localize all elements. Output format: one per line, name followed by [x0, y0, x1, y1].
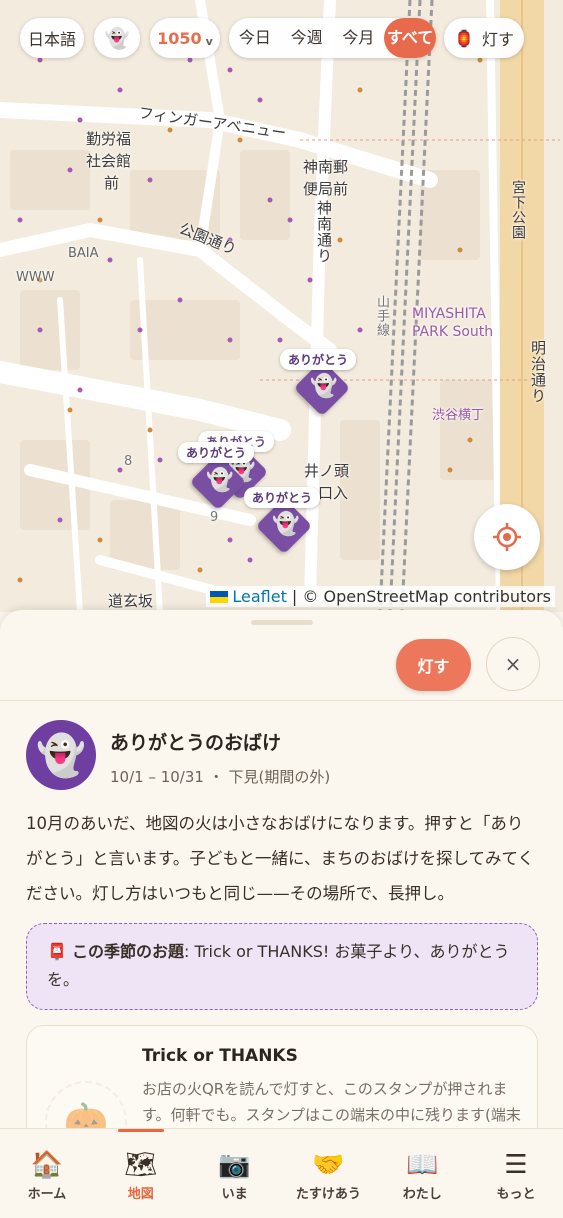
map-label-shakaikan: 社会館	[86, 152, 132, 170]
map-label-meiji-dori: 明治通り	[529, 340, 547, 404]
period-month[interactable]: 今月	[333, 18, 385, 58]
score-button[interactable]: 1050 v	[150, 18, 220, 58]
postbox-icon: 📮	[47, 942, 67, 961]
nav-map[interactable]: 🗺 地図	[94, 1129, 188, 1218]
ghost-mode-button[interactable]: 👻	[94, 18, 140, 58]
event-dates: 10/1 – 10/31 ・ 下見(期間の外)	[110, 768, 331, 786]
map-label-block-9: 9	[210, 510, 219, 525]
score-value: 1050	[157, 28, 202, 48]
stamp-title: Trick or THANKS	[142, 1046, 298, 1066]
bottom-nav: 🏠 ホーム 🗺 地図 📷 いま 🤝 たすけあう 📖 わたし ☰ もっと	[0, 1128, 563, 1218]
map-label-park-south: PARK South	[412, 324, 494, 340]
map-label-jinnan-post: 神南郵	[303, 158, 349, 176]
map-attribution: Leaflet | © OpenStreetMap contributors	[206, 586, 555, 607]
light-toggle-button[interactable]: 🏮 灯す	[444, 18, 524, 58]
pin-label: ありがとう	[244, 487, 321, 508]
nav-now-label: いま	[221, 1187, 248, 1202]
map[interactable]: フィンガーアベニュー 勤労福 社会館 前 神南郵 便局前 神南通り 公園通り B…	[0, 0, 563, 612]
language-button[interactable]: 日本語	[20, 18, 84, 58]
pumpkin-stamp-icon: 🎃	[45, 1081, 127, 1130]
leaflet-link[interactable]: Leaflet	[232, 587, 286, 606]
map-label-miyashita: MIYASHITA	[412, 306, 486, 322]
map-label-inokashira: 井ノ頭	[304, 462, 350, 480]
map-label-kinro: 勤労福	[86, 130, 132, 148]
nav-me-label: わたし	[402, 1187, 442, 1202]
book-icon: 📖	[406, 1150, 439, 1180]
map-label-www: WWW	[16, 270, 55, 285]
pin-label: ありがとう	[280, 349, 357, 370]
stamp-card[interactable]: 🎃 Trick or THANKS お店の火QRを読んで灯すと、このスタンプが押…	[26, 1025, 538, 1130]
attribution-separator: | ©	[286, 587, 324, 606]
map-label-binkyoku: 便局前	[303, 180, 349, 198]
period-selector: 今日 今週 今月 すべて	[229, 18, 436, 58]
home-icon: 🏠	[30, 1150, 64, 1180]
period-week[interactable]: 今週	[281, 18, 333, 58]
sheet-divider	[0, 700, 563, 701]
locate-button[interactable]	[474, 504, 540, 570]
nav-me[interactable]: 📖 わたし	[375, 1129, 469, 1218]
ukraine-flag-icon	[210, 591, 229, 603]
nav-now[interactable]: 📷 いま	[188, 1129, 282, 1218]
nav-home[interactable]: 🏠 ホーム	[0, 1129, 94, 1218]
map-label-miyashita-koen: 宮下公園	[510, 180, 526, 240]
lantern-icon: 🏮	[454, 28, 474, 48]
pin-label: ありがとう	[178, 442, 255, 463]
nav-help-label: たすけあう	[295, 1187, 361, 1202]
map-label-jinnan-dori: 神南通り	[315, 200, 333, 264]
ghost-icon: 👻	[272, 512, 300, 537]
handshake-icon: 🤝	[312, 1150, 345, 1180]
map-label-baia: BAIA	[68, 246, 99, 261]
ghost-icon: 👻	[310, 374, 338, 399]
light-button[interactable]: 灯す	[396, 639, 471, 691]
ghost-icon: 👻	[36, 732, 86, 779]
crosshair-icon	[493, 523, 521, 551]
language-label: 日本語	[27, 30, 76, 49]
season-theme-box: 📮 この季節のお題: Trick or THANKS! お菓子より、ありがとうを…	[26, 923, 538, 1010]
period-all[interactable]: すべて	[384, 18, 436, 58]
ghost-icon: 👻	[104, 26, 130, 50]
event-title: ありがとうのおばけ	[110, 732, 282, 754]
info-sheet: 灯す × 👻 ありがとうのおばけ 10/1 – 10/31 ・ 下見(期間の外)…	[0, 610, 563, 1130]
nav-more[interactable]: ☰ もっと	[469, 1129, 563, 1218]
map-label-iriguchi: 口入	[318, 484, 349, 502]
osm-link[interactable]: OpenStreetMap contributors	[324, 587, 552, 606]
close-button[interactable]: ×	[486, 637, 540, 691]
event-description: 10月のあいだ、地図の火は小さなおばけになります。押すと「ありがとう」と言います…	[26, 814, 535, 903]
nav-help[interactable]: 🤝 たすけあう	[281, 1129, 375, 1218]
ghost-pin[interactable]: 👻	[189, 453, 247, 511]
map-label-shibuya-yokocho: 渋谷横丁	[432, 408, 485, 423]
menu-icon: ☰	[504, 1150, 528, 1180]
sheet-handle[interactable]	[251, 620, 313, 625]
camera-icon: 📷	[218, 1150, 251, 1180]
chevron-down-icon: v	[205, 34, 213, 48]
ghost-avatar: 👻	[26, 720, 96, 790]
stamp-description: お店の火QRを読んで灯すと、このスタンプが押されます。何軒でも。スタンプはこの端…	[142, 1080, 521, 1124]
map-label-dogenzaka: 道玄坂	[108, 592, 154, 610]
nav-map-label: 地図	[127, 1187, 154, 1202]
map-icon: 🗺	[124, 1150, 158, 1180]
nav-home-label: ホーム	[27, 1187, 67, 1202]
map-label-yamanote: 山手線	[374, 295, 389, 337]
ghost-icon: 👻	[206, 468, 234, 493]
map-label-block-8: 8	[124, 454, 133, 469]
map-label-mae: 前	[104, 174, 120, 192]
period-today[interactable]: 今日	[229, 18, 281, 58]
nav-more-label: もっと	[496, 1187, 536, 1202]
light-toggle-label: 灯す	[481, 30, 514, 49]
theme-label: この季節のお題	[72, 942, 185, 961]
